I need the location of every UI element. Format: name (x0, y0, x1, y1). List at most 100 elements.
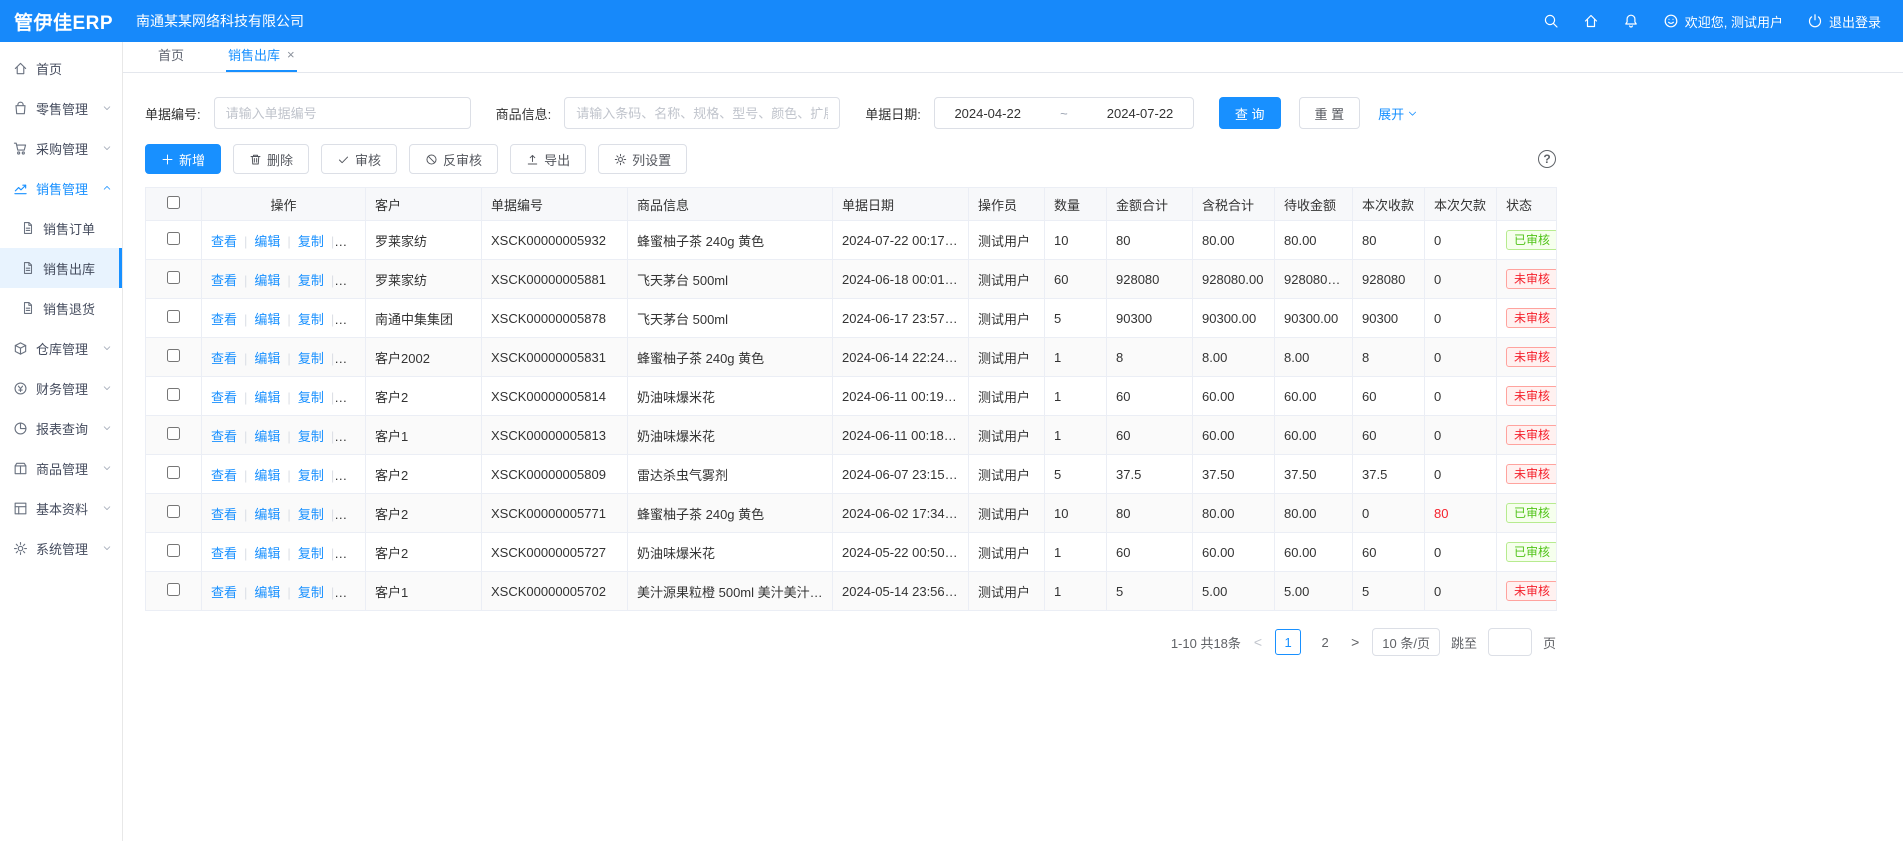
sidebar-item-label: 系统管理 (36, 539, 88, 558)
page-size-select[interactable]: 10 条/页 (1372, 628, 1440, 656)
cell-checkbox (146, 572, 202, 611)
action-copy-link[interactable]: 复制 (298, 273, 324, 288)
home-icon[interactable] (1583, 13, 1599, 29)
row-checkbox[interactable] (167, 466, 180, 479)
tab-sales-outbound[interactable]: 销售出库 × (226, 38, 297, 72)
sidebar-item-basic-data[interactable]: 基本资料 (0, 488, 122, 528)
sidebar-item-warehouse[interactable]: 仓库管理 (0, 328, 122, 368)
cell-owed: 0 (1425, 533, 1497, 572)
action-view-link[interactable]: 查看 (211, 546, 237, 561)
audit-button[interactable]: 审核 (321, 144, 397, 174)
sidebar-item-goods[interactable]: 商品管理 (0, 448, 122, 488)
row-checkbox[interactable] (167, 544, 180, 557)
sidebar-item-sales-outbound[interactable]: 销售出库 (0, 248, 122, 288)
row-checkbox[interactable] (167, 232, 180, 245)
sidebar-item-sales-return[interactable]: 销售退货 (0, 288, 122, 328)
unaudit-button[interactable]: 反审核 (409, 144, 498, 174)
next-page-arrow[interactable]: > (1349, 634, 1361, 650)
row-checkbox[interactable] (167, 349, 180, 362)
action-view-link[interactable]: 查看 (211, 468, 237, 483)
home-icon (13, 61, 28, 76)
sidebar-item-reports[interactable]: 报表查询 (0, 408, 122, 448)
action-edit-link[interactable]: 编辑 (254, 312, 280, 327)
action-view-link[interactable]: 查看 (211, 234, 237, 249)
row-checkbox[interactable] (167, 583, 180, 596)
action-copy-link[interactable]: 复制 (298, 312, 324, 327)
action-edit-link[interactable]: 编辑 (254, 234, 280, 249)
action-view-link[interactable]: 查看 (211, 507, 237, 522)
action-copy-link[interactable]: 复制 (298, 429, 324, 444)
add-button[interactable]: 新增 (145, 144, 221, 174)
logout-button[interactable]: 退出登录 (1807, 12, 1881, 31)
delete-button[interactable]: 删除 (233, 144, 309, 174)
page-button-1[interactable]: 1 (1275, 629, 1301, 655)
action-edit-link[interactable]: 编辑 (254, 351, 280, 366)
cell-customer: 客户1 (366, 572, 482, 611)
cell-quantity: 1 (1045, 533, 1107, 572)
cell-actions: 查看|编辑|复制|删除 (202, 572, 366, 611)
select-all-checkbox[interactable] (167, 196, 180, 209)
cell-operator: 测试用户 (969, 455, 1045, 494)
action-copy-link[interactable]: 复制 (298, 234, 324, 249)
cell-tax-total: 60.00 (1193, 533, 1275, 572)
page-button-2[interactable]: 2 (1312, 629, 1338, 655)
product-info-input[interactable] (564, 97, 840, 129)
sidebar-item-home[interactable]: 首页 (0, 48, 122, 88)
action-view-link[interactable]: 查看 (211, 312, 237, 327)
cell-product: 奶油味爆米花 (628, 416, 833, 455)
sidebar-item-system[interactable]: 系统管理 (0, 528, 122, 568)
sidebar-item-sales[interactable]: 销售管理 (0, 168, 122, 208)
search-icon[interactable] (1543, 13, 1559, 29)
export-button[interactable]: 导出 (510, 144, 586, 174)
tab-home[interactable]: 首页 (156, 38, 186, 72)
action-copy-link[interactable]: 复制 (298, 507, 324, 522)
action-edit-link[interactable]: 编辑 (254, 390, 280, 405)
finance-icon (13, 381, 28, 396)
close-icon[interactable]: × (287, 48, 295, 61)
chevron-down-icon (102, 343, 112, 353)
action-edit-link[interactable]: 编辑 (254, 585, 280, 600)
sidebar-item-finance[interactable]: 财务管理 (0, 368, 122, 408)
cell-bill-date: 2024-06-02 17:34:03 (833, 494, 969, 533)
action-copy-link[interactable]: 复制 (298, 351, 324, 366)
page-jump-input[interactable] (1488, 628, 1532, 656)
row-checkbox[interactable] (167, 427, 180, 440)
row-checkbox[interactable] (167, 310, 180, 323)
date-range-picker[interactable]: 2024-04-22 ~ 2024-07-22 (934, 97, 1194, 129)
action-view-link[interactable]: 查看 (211, 585, 237, 600)
cell-received: 5 (1353, 572, 1425, 611)
action-view-link[interactable]: 查看 (211, 351, 237, 366)
row-checkbox[interactable] (167, 388, 180, 401)
query-button[interactable]: 查 询 (1219, 97, 1281, 129)
action-copy-link[interactable]: 复制 (298, 390, 324, 405)
action-edit-link[interactable]: 编辑 (254, 546, 280, 561)
action-copy-link[interactable]: 复制 (298, 546, 324, 561)
action-separator: | (244, 546, 247, 561)
action-edit-link[interactable]: 编辑 (254, 273, 280, 288)
bill-no-input[interactable] (214, 97, 471, 129)
welcome-text: 欢迎您, 测试用户 (1685, 12, 1783, 31)
action-copy-link[interactable]: 复制 (298, 468, 324, 483)
action-view-link[interactable]: 查看 (211, 390, 237, 405)
reset-button[interactable]: 重 置 (1299, 97, 1361, 129)
row-checkbox[interactable] (167, 271, 180, 284)
action-view-link[interactable]: 查看 (211, 429, 237, 444)
action-edit-link[interactable]: 编辑 (254, 468, 280, 483)
expand-link[interactable]: 展开 (1378, 104, 1418, 123)
row-checkbox[interactable] (167, 505, 180, 518)
help-icon[interactable]: ? (1538, 150, 1556, 168)
column-header-9: 待收金额 (1275, 188, 1353, 221)
tab-label: 首页 (158, 45, 184, 64)
bell-icon[interactable] (1623, 13, 1639, 29)
column-settings-button[interactable]: 列设置 (598, 144, 687, 174)
prev-page-arrow[interactable]: < (1252, 634, 1264, 650)
user-welcome[interactable]: 欢迎您, 测试用户 (1663, 12, 1783, 31)
sidebar-item-sales-order[interactable]: 销售订单 (0, 208, 122, 248)
action-edit-link[interactable]: 编辑 (254, 429, 280, 444)
action-copy-link[interactable]: 复制 (298, 585, 324, 600)
sidebar-item-purchase[interactable]: 采购管理 (0, 128, 122, 168)
status-badge: 未审核 (1506, 347, 1557, 367)
sidebar-item-retail[interactable]: 零售管理 (0, 88, 122, 128)
action-edit-link[interactable]: 编辑 (254, 507, 280, 522)
action-view-link[interactable]: 查看 (211, 273, 237, 288)
